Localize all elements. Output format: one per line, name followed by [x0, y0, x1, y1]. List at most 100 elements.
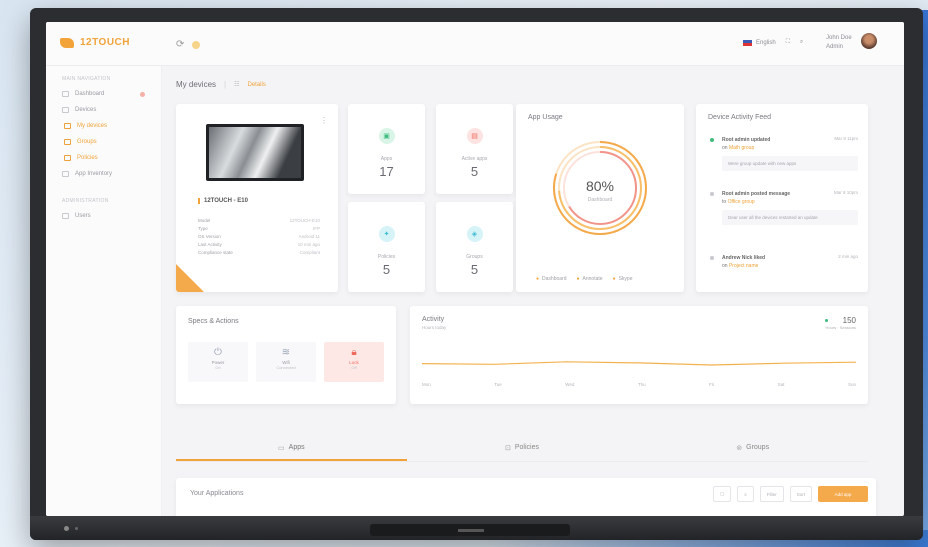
spec-row-model: Model 12TOUCH-E10 [198, 218, 320, 223]
avatar[interactable] [861, 33, 877, 49]
grid-view-button[interactable]: ▢ [712, 486, 732, 502]
app-usage-card: App Usage 80% Dashboard Dashboard Annota… [516, 104, 684, 292]
users-icon [62, 213, 69, 219]
sidebar-item-dashboard[interactable]: Dashboard [46, 86, 161, 102]
breadcrumb-current[interactable]: Details [247, 82, 265, 88]
lock-icon: ⊡ [505, 445, 511, 452]
user-menu[interactable]: John Doe Admin [826, 34, 852, 52]
wifi-icon: ≋ [281, 347, 291, 358]
sidebar-section-title: MAIN NAVIGATION [62, 76, 111, 82]
x-axis-labels: Mon Tue Wed Thu Fri Sat Sun [422, 382, 856, 387]
sidebar-item-users[interactable]: Users [46, 208, 161, 224]
x-tick-label: Sat [777, 382, 785, 387]
calendar-icon: ▭ [278, 445, 285, 452]
logo-icon [60, 37, 74, 48]
sidebar-section-title-2: ADMINISTRATION [62, 198, 109, 204]
activity-subtitle: Hours today [422, 325, 447, 330]
feed-item[interactable]: Root admin updated on Math group Mar 8 11… [710, 136, 858, 171]
groups-icon [64, 139, 71, 145]
wifi-button[interactable]: ≋ Wifi Connected [256, 342, 316, 382]
sidebar: MAIN NAVIGATION Dashboard Devices My dev… [46, 66, 162, 516]
stat-card-policies[interactable]: ✦ Policies 5 [348, 202, 425, 292]
list-view-button[interactable]: ≡ [737, 486, 754, 502]
specs-actions-title: Specs & Actions [188, 318, 239, 325]
policies-icon: ✦ [378, 226, 395, 242]
brand-logo[interactable]: 12TOUCH [60, 37, 130, 48]
usage-legend: Dashboard Annotate Skype [536, 276, 633, 282]
fullscreen-icon[interactable]: ⛶ [786, 39, 790, 46]
x-tick-label: Sun [847, 382, 856, 387]
groups-icon: ⊚ [736, 445, 743, 452]
sensor-icon [75, 527, 78, 530]
series-line [422, 361, 856, 366]
feed-item[interactable]: Andrew Nick liked on Project name 2 min a… [710, 254, 858, 270]
language-selector[interactable]: English ⛶ ⌕ [743, 39, 803, 46]
tab-policies[interactable]: ⊡ Policies [407, 438, 638, 461]
legend-item: Dashboard [536, 276, 566, 282]
usage-sublabel: Dashboard [587, 197, 613, 203]
usage-percent: 80% [585, 178, 615, 194]
add-app-button[interactable]: Add app [818, 486, 868, 502]
refresh-icon[interactable]: ⟳ [176, 39, 184, 50]
filter-button[interactable]: Filter [759, 486, 784, 502]
breadcrumb-separator: | [224, 80, 227, 89]
tab-groups[interactable]: ⊚ Groups [637, 438, 868, 461]
more-options-icon[interactable]: ⋮ [320, 116, 328, 125]
feed-item[interactable]: Root admin posted message to Office group… [710, 190, 858, 225]
spec-row-compliance: Compliance state Compliant [198, 250, 320, 255]
activity-card: Activity Hours today 150 Hours · Session… [410, 306, 868, 404]
dashboard-icon [62, 91, 69, 97]
power-button[interactable]: ⏻ Power On [188, 342, 248, 382]
sidebar-item-groups[interactable]: Groups [46, 134, 161, 150]
stat-card-apps[interactable]: ▣ Apps 17 [348, 104, 425, 194]
notification-dot-icon[interactable] [192, 41, 200, 49]
sort-button[interactable]: Sort [789, 486, 812, 502]
power-icon: ⏻ [214, 347, 222, 358]
applications-card: Your Applications ▢ ≡ Filter Sort Add ap… [176, 478, 876, 516]
tab-apps[interactable]: ▭ Apps [176, 438, 407, 461]
lock-icon: 🔒︎ [351, 347, 357, 358]
stat-card-active-apps[interactable]: ▤ Active apps 5 [436, 104, 513, 194]
activity-title: Activity [422, 316, 445, 323]
activity-feed-title: Device Activity Feed [708, 114, 772, 121]
legend-item: Skype [613, 276, 633, 282]
main-content: My devices | ☷ Details ⋮ 12TOUCH - E10 M… [162, 66, 904, 516]
badge-dot [140, 91, 145, 97]
policy-icon [64, 155, 71, 161]
breadcrumb: My devices | ☷ Details [176, 80, 266, 89]
device-icon [64, 123, 71, 129]
spec-row-os: OS Version Android 11 [198, 234, 320, 239]
sidebar-item-policies[interactable]: Policies [46, 150, 161, 166]
flag-icon [743, 39, 752, 46]
search-icon[interactable]: ⌕ [800, 39, 803, 46]
status-dot [710, 192, 714, 196]
x-tick-label: Thu [637, 382, 646, 387]
apps-icon [62, 171, 69, 177]
spec-row-type: Type IFP [198, 226, 320, 231]
monitor-bezel [30, 516, 923, 540]
x-tick-label: Fri [709, 382, 715, 387]
activity-line-chart [422, 361, 856, 366]
grid-icon[interactable]: ☷ [234, 81, 239, 88]
sidebar-item-app-inventory[interactable]: App Inventory [46, 166, 161, 182]
corner-accent [176, 264, 204, 292]
tab-bar: ▭ Apps ⊡ Policies ⊚ Groups [176, 438, 868, 462]
language-label: English [756, 39, 776, 46]
user-name: John Doe [826, 35, 852, 41]
sidebar-item-devices[interactable]: Devices [46, 102, 161, 118]
status-dot [710, 138, 714, 142]
legend-item: Annotate [577, 276, 603, 282]
device-name: 12TOUCH - E10 [198, 198, 248, 204]
specs-actions-card: Specs & Actions ⏻ Power On ≋ Wifi Connec… [176, 306, 396, 404]
groups-icon: ◈ [466, 226, 483, 242]
app-usage-title: App Usage [528, 114, 563, 121]
lock-button[interactable]: 🔒︎ Lock Off [324, 342, 384, 382]
display-monitor: 12TOUCH ⟳ English ⛶ ⌕ John Doe Admin MAI… [30, 8, 923, 540]
activity-stat: 150 Hours · Sessions [825, 316, 856, 330]
stat-card-groups[interactable]: ◈ Groups 5 [436, 202, 513, 292]
device-image [206, 124, 304, 181]
sidebar-item-my-devices[interactable]: My devices [46, 118, 161, 134]
screen: 12TOUCH ⟳ English ⛶ ⌕ John Doe Admin MAI… [46, 22, 904, 516]
x-tick-label: Tue [494, 382, 502, 387]
spec-row-activity: Last Activity 10 min ago [198, 242, 320, 247]
